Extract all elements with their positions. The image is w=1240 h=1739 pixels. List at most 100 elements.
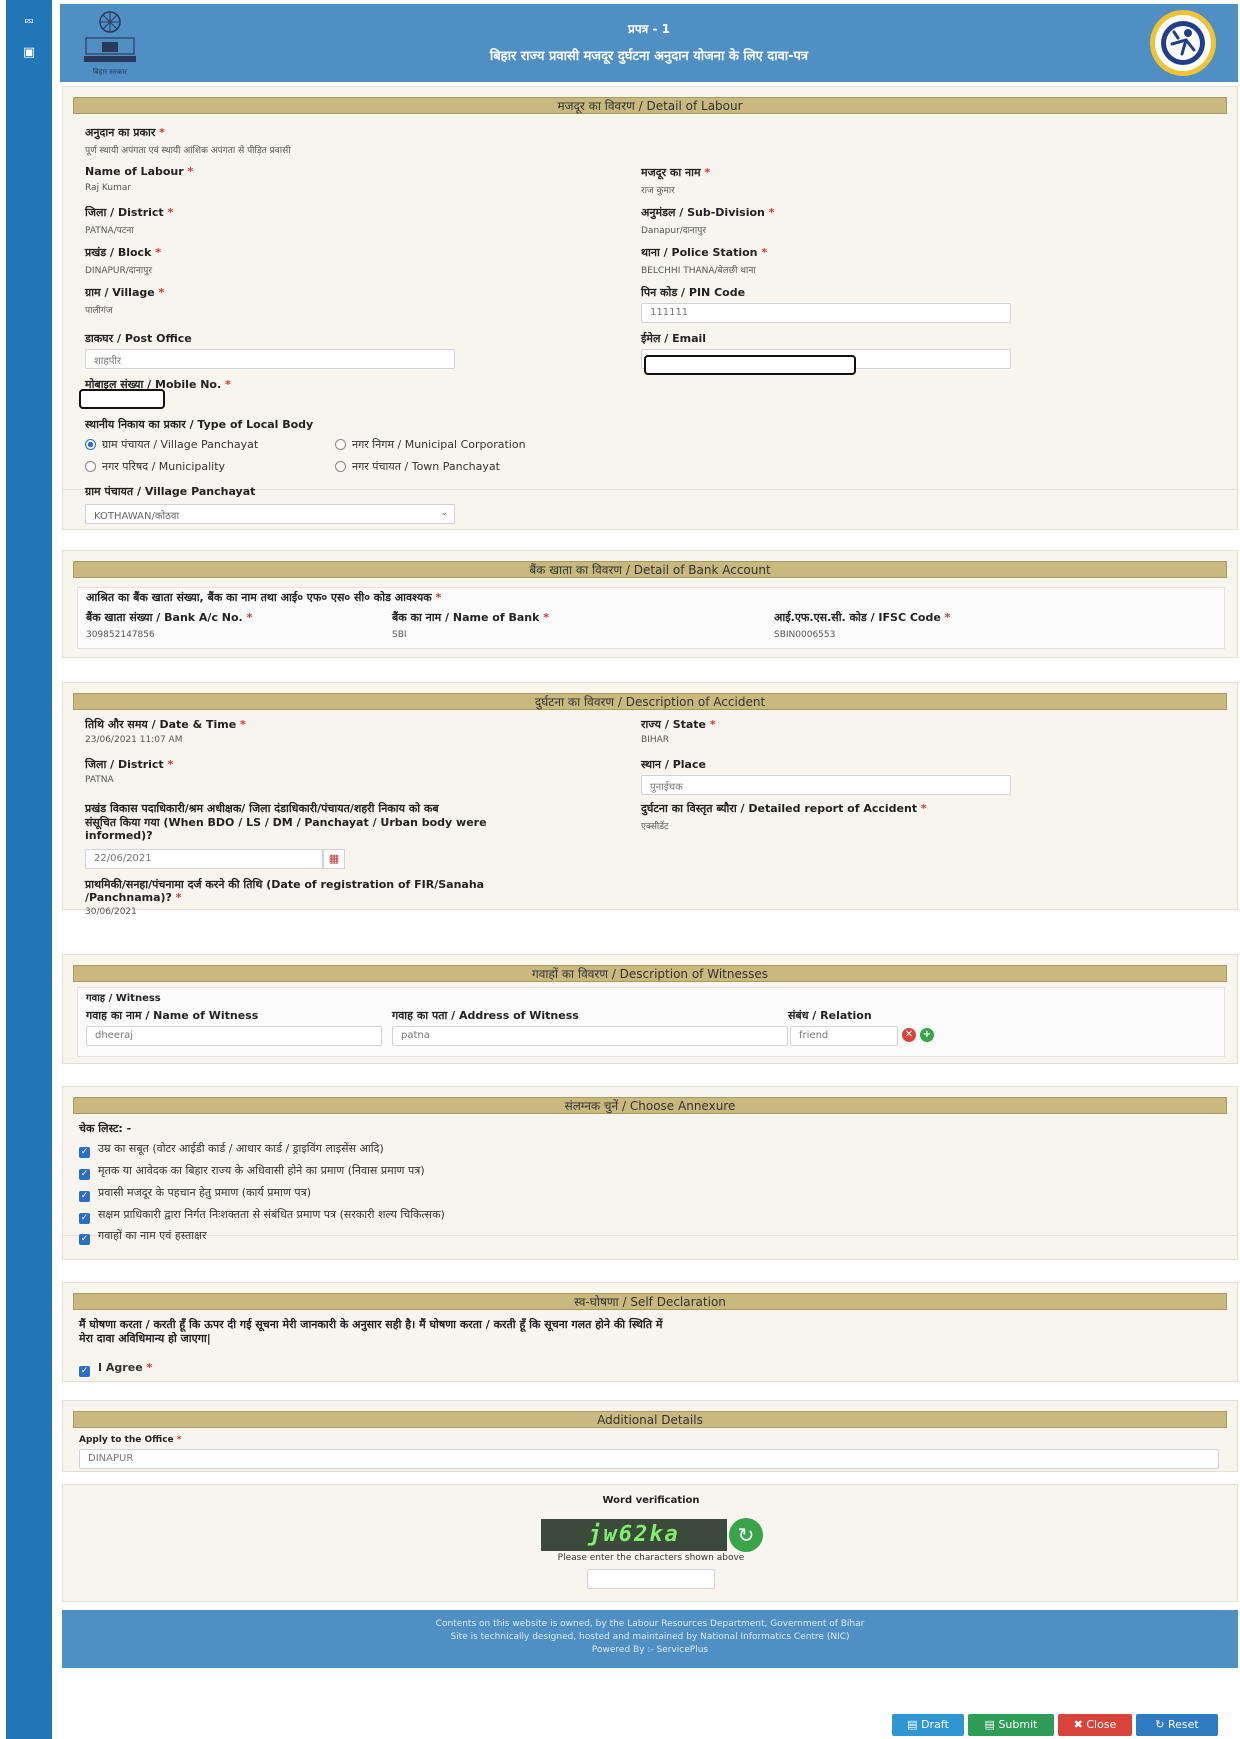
reset-button[interactable]: ↻ Reset <box>1136 1714 1218 1736</box>
pin-input[interactable]: 111111 <box>641 303 1011 323</box>
post-office-label: डाकघर / Post Office <box>85 332 192 345</box>
witness-address-input[interactable]: patna <box>392 1026 788 1046</box>
accident-panel: दुर्घटना का विवरण / Description of Accid… <box>62 682 1238 917</box>
informed-label-line3: informed)? <box>85 829 153 842</box>
bank-name-value: SBI <box>392 630 407 640</box>
informed-label-line2: संसूचित किया गया (When BDO / LS / DM / P… <box>85 816 487 829</box>
save-icon: ▤ <box>984 1718 995 1731</box>
verification-panel: Word verification jw62ka ↻ Please enter … <box>62 1484 1238 1602</box>
radio-municipal-corporation[interactable]: नगर निगम / Municipal Corporation <box>335 437 526 452</box>
annexure-panel-cont: ✓ गवाहों का नाम एवं हस्ताक्षर <box>62 1229 1238 1260</box>
calendar-icon[interactable]: ▦ <box>323 849 345 869</box>
labour-department-logo <box>1150 10 1216 76</box>
local-body-label: स्थानीय निकाय का प्रकार / Type of Local … <box>85 418 314 431</box>
share-icon[interactable]: ⮹ <box>14 12 44 34</box>
verification-title: Word verification <box>602 1495 700 1506</box>
office-label: Apply to the Office * <box>79 1435 182 1445</box>
witness-inner-box: गवाह / Witness गवाह का नाम / Name of Wit… <box>77 987 1225 1057</box>
accident-place-label: स्थान / Place <box>641 758 706 771</box>
bank-panel-title: बैंक खाता का विवरण / Detail of Bank Acco… <box>73 561 1227 578</box>
remove-witness-icon[interactable]: ✕ <box>902 1028 916 1042</box>
checkbox-checked-icon: ✓ <box>79 1169 90 1180</box>
fir-value: 30/06/2021 <box>85 907 137 917</box>
office-input[interactable]: DINAPUR <box>79 1449 1219 1469</box>
accident-panel-title: दुर्घटना का विवरण / Description of Accid… <box>73 693 1227 710</box>
village-label: ग्राम / Village * <box>85 286 165 299</box>
witness-address-label: गवाह का पता / Address of Witness <box>392 1009 579 1022</box>
report-value: एक्सीडेंट <box>641 822 669 832</box>
witness-panel: गवाहों का विवरण / Description of Witness… <box>62 954 1238 1064</box>
witness-relation-label: संबंध / Relation <box>788 1009 872 1022</box>
informed-date-input[interactable]: 22/06/2021 <box>85 849 323 869</box>
village-value: पालीगंज <box>85 306 113 316</box>
additional-panel: Additional Details Apply to the Office *… <box>62 1400 1238 1472</box>
svg-text:बिहार सरकार: बिहार सरकार <box>93 67 127 76</box>
accident-state-label: राज्य / State * <box>641 718 716 731</box>
name-hi-label: मजदूर का नाम * <box>641 166 711 179</box>
radio-town-panchayat[interactable]: नगर पंचायत / Town Panchayat <box>335 459 500 474</box>
declaration-panel-title: स्व-घोषणा / Self Declaration <box>73 1293 1227 1310</box>
checkbox-checked-icon: ✓ <box>79 1191 90 1202</box>
bank-panel: बैंक खाता का विवरण / Detail of Bank Acco… <box>62 550 1238 658</box>
draft-button[interactable]: ▤ Draft <box>892 1714 964 1736</box>
annexure-panel: संलग्नक चुनें / Choose Annexure चेक लिस्… <box>62 1086 1238 1236</box>
labour-panel-title: मजदूर का विवरण / Detail of Labour <box>73 97 1227 114</box>
checkbox-checked-icon: ✓ <box>79 1366 90 1377</box>
fir-label-line1: प्राथमिकी/सनहा/पंचनामा दर्ज करने की तिथि… <box>85 878 485 891</box>
grant-type-label: अनुदान का प्रकार * <box>85 126 165 139</box>
labour-panel: मजदूर का विवरण / Detail of Labour अनुदान… <box>62 86 1238 490</box>
panchayat-select[interactable]: KOTHAWAN/कोठवा ⌄ <box>85 504 455 524</box>
witness-name-label: गवाह का नाम / Name of Witness <box>86 1009 259 1022</box>
menu-icon[interactable]: ▣ <box>14 42 44 64</box>
declaration-panel: स्व-घोषणा / Self Declaration मैं घोषणा क… <box>62 1282 1238 1382</box>
refresh-icon: ↻ <box>1155 1718 1165 1731</box>
refresh-captcha-icon[interactable]: ↻ <box>729 1518 763 1552</box>
agree-checkbox[interactable]: ✓ I Agree * <box>79 1361 152 1377</box>
annexure-item[interactable]: ✓ उम्र का सबूत (वोटर आईडी कार्ड / आधार का… <box>79 1141 384 1158</box>
post-office-input[interactable]: शाहपीर <box>85 349 455 369</box>
grant-type-value: पूर्ण स्थायी अपंगता एवं स्थायी आंशिक अपं… <box>85 146 291 156</box>
name-value: Raj Kumar <box>85 183 132 193</box>
email-label: ईमेल / Email <box>641 332 707 345</box>
panchayat-label: ग्राम पंचायत / Village Panchayat <box>85 485 256 498</box>
mobile-input[interactable] <box>79 389 165 409</box>
witness-sub-label: गवाह / Witness <box>86 993 161 1004</box>
annexure-item[interactable]: ✓ गवाहों का नाम एवं हस्ताक्षर <box>79 1228 207 1245</box>
bank-inner-box: आश्रित का बैंक खाता संख्या, बैंक का नाम … <box>77 587 1225 649</box>
annexure-item[interactable]: ✓ प्रवासी मजदूर के पहचान हेतु प्रमाण (कार… <box>79 1185 311 1202</box>
left-rail: ⮹ ▣ <box>0 0 52 1739</box>
ifsc-value: SBIN0006553 <box>774 630 836 640</box>
annexure-panel-title: संलग्नक चुनें / Choose Annexure <box>73 1097 1227 1114</box>
captcha-input[interactable] <box>587 1569 715 1589</box>
block-value: DINAPUR/दानापुर <box>85 266 153 276</box>
checklist-label: चेक लिस्ट: - <box>79 1122 132 1135</box>
fir-label-line2: /Panchnama)? * <box>85 891 182 904</box>
accident-district-value: PATNA <box>85 775 114 785</box>
name-label: Name of Labour * <box>85 165 194 178</box>
submit-button[interactable]: ▤ Submit <box>968 1714 1054 1736</box>
radio-icon <box>335 439 346 450</box>
subdivision-label: अनुमंडल / Sub-Division * <box>641 206 775 219</box>
pin-label: पिन कोड / PIN Code <box>641 286 746 299</box>
witness-panel-title: गवाहों का विवरण / Description of Witness… <box>73 965 1227 982</box>
save-icon: ▤ <box>907 1718 918 1731</box>
name-hi-value: राज कुमार <box>641 186 675 196</box>
witness-relation-input[interactable]: friend <box>790 1026 898 1046</box>
radio-village-panchayat[interactable]: ग्राम पंचायत / Village Panchayat <box>85 437 258 452</box>
bank-name-label: बैंक का नाम / Name of Bank * <box>392 611 550 624</box>
add-witness-icon[interactable]: + <box>920 1028 934 1042</box>
close-button[interactable]: ✖ Close <box>1058 1714 1132 1736</box>
police-station-value: BELCHHI THANA/बेलछी थाना <box>641 266 756 276</box>
email-redaction-box <box>644 355 856 375</box>
radio-municipality[interactable]: नगर परिषद / Municipality <box>85 459 225 474</box>
accident-place-input[interactable]: पुनाईचक <box>641 775 1011 795</box>
witness-name-input[interactable]: dheeraj <box>86 1026 382 1046</box>
footer-line3: Powered By :- ServicePlus <box>591 1645 709 1655</box>
declaration-text-line2: मेरा दावा अविधिमान्य हो जाएगा| <box>79 1332 211 1345</box>
accident-datetime-label: तिथि और समय / Date & Time * <box>85 718 246 731</box>
page-header: बिहार सरकार प्रपत्र - 1 बिहार राज्य प्रव… <box>60 4 1238 82</box>
annexure-item[interactable]: ✓ सक्षम प्राधिकारी द्वारा निर्गत निःशक्तत… <box>79 1207 445 1224</box>
accident-datetime-value: 23/06/2021 11:07 AM <box>85 735 183 745</box>
annexure-item[interactable]: ✓ मृतक या आवेदक का बिहार राज्य के अधिवासी… <box>79 1163 425 1180</box>
district-value: PATNA/पटना <box>85 226 134 236</box>
